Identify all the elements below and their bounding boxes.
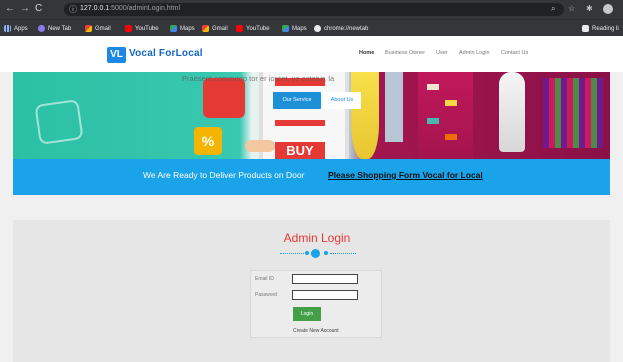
url-text[interactable]: 127.0.0.1:5000/adminLogin.html [80,4,180,14]
bookmark-chrome-newtab[interactable]: chrome://newtab [314,23,368,34]
nav-contact-us[interactable]: Contact Us [501,50,528,56]
bookmark-youtube[interactable]: YouTube [125,23,159,34]
about-us-button[interactable]: About Us [323,92,361,109]
title-divider-line [280,253,306,254]
hero-banner: % BUY [13,72,610,159]
bookmark-apps[interactable]: Apps [4,23,28,34]
logo-icon[interactable]: VL [107,47,126,63]
new-tab-icon [38,25,45,32]
star-icon[interactable]: ☆ [568,4,575,13]
reload-icon[interactable]: C [35,3,42,15]
title-divider-line [330,253,356,254]
bookmark-new-tab[interactable]: New Tab [38,23,71,34]
logo-text[interactable]: Vocal ForLocal [129,48,203,59]
shoe-icon [445,100,457,106]
delivery-banner [13,159,610,195]
shopping-bag-watermark-icon [34,99,84,145]
clothing-rack-shape [543,78,603,148]
gmail-icon [85,25,92,32]
shoe-icon [445,134,457,140]
profile-avatar-icon[interactable] [603,4,613,14]
site-navbar [0,36,623,72]
shopping-form-link[interactable]: Please Shopping Form Vocal for Local [328,170,483,180]
nav-user[interactable]: User [436,50,448,56]
title-divider-icon [311,249,320,258]
shoe-icon [427,84,439,90]
buy-sign: BUY [275,142,325,159]
admin-login-title: Admin Login [283,231,351,245]
maps-icon [282,25,289,32]
site-info-icon[interactable]: ⓘ [69,4,77,15]
email-field[interactable] [292,274,358,284]
bookmark-maps[interactable]: Maps [170,23,195,34]
discount-tile-icon: % [194,127,222,155]
youtube-icon [236,25,243,32]
forward-icon[interactable]: → [20,3,30,15]
nav-admin-login[interactable]: Admin Login [459,50,490,56]
gmail-icon [202,25,209,32]
browser-toolbar: ← → C ⓘ 127.0.0.1:5000/adminLogin.html ⌕… [0,0,623,19]
bookmark-youtube-2[interactable]: YouTube [236,23,270,34]
reading-list[interactable]: Reading li [582,23,619,34]
search-icon[interactable]: ⌕ [551,4,555,14]
banner-text: We Are Ready to Deliver Products on Door [143,170,305,180]
extensions-icon[interactable]: ✱ [586,4,593,13]
bookmarks-bar: Apps New Tab Gmail YouTube Maps Gmail Yo… [0,19,623,36]
password-label: Password [255,292,277,298]
our-service-button[interactable]: Our Service [273,92,321,109]
nav-business-owner[interactable]: Business Owner [385,50,425,56]
chrome-icon [314,25,321,32]
cart-tile-icon [203,78,245,118]
bookmark-gmail[interactable]: Gmail [85,23,111,34]
create-account-link[interactable]: Create New Account [293,328,339,334]
title-divider-dot [324,251,328,255]
email-label: Email ID [255,276,274,282]
title-divider-dot [305,251,309,255]
back-icon[interactable]: ← [5,3,15,15]
apps-icon [4,25,11,32]
maps-icon [170,25,177,32]
password-field[interactable] [292,290,358,300]
shoe-icon [427,118,439,124]
hand-shape [245,140,275,152]
bookmark-maps-2[interactable]: Maps [282,23,307,34]
reading-list-icon [582,25,589,32]
hero-tagline: Praesent commodo tor er ioreet, ve ectet… [182,74,335,83]
yellow-dress-shape [351,72,379,159]
mannequin-shape [499,72,525,152]
phone-stripe [275,120,325,126]
bookmark-gmail-2[interactable]: Gmail [202,23,228,34]
login-button[interactable]: Login [293,307,321,321]
nav-home[interactable]: Home [359,50,374,56]
mirror-shape [385,72,403,142]
youtube-icon [125,25,132,32]
